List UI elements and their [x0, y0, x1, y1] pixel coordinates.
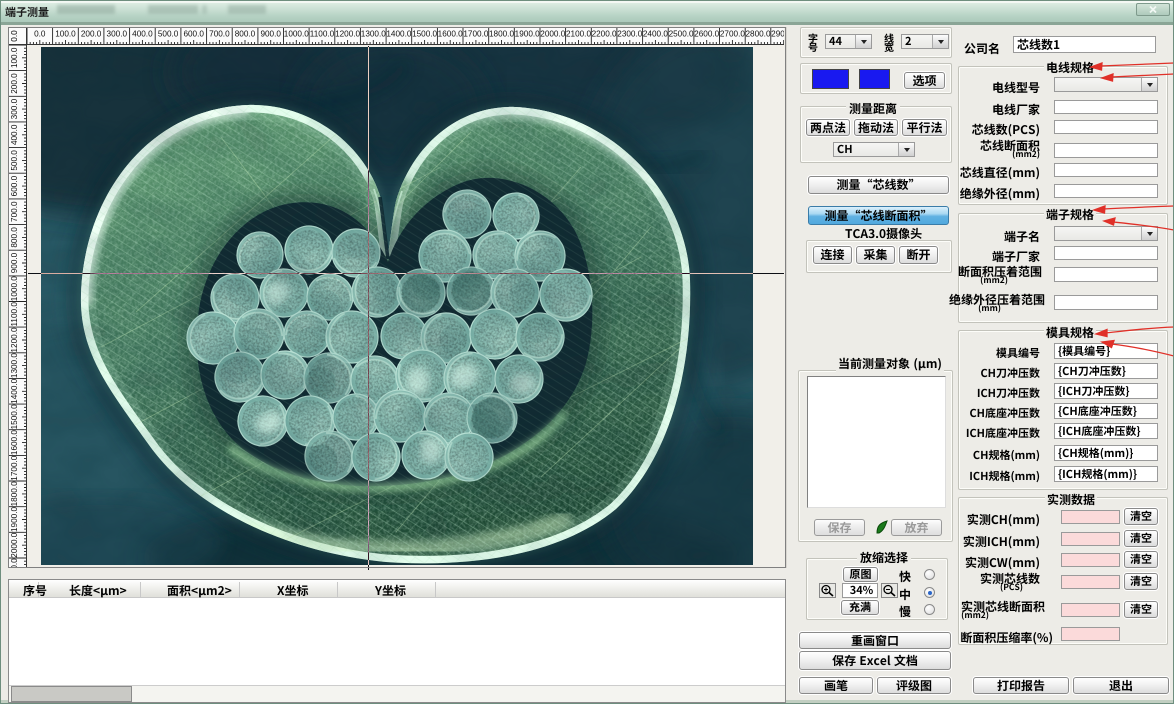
svg-text:400.0: 400.0 — [10, 124, 19, 145]
svg-text:700.0: 700.0 — [209, 30, 230, 39]
svg-text:1700.0: 1700.0 — [463, 30, 488, 39]
svg-text:600.0: 600.0 — [10, 175, 19, 196]
svg-text:1500.0: 1500.0 — [412, 30, 437, 39]
svg-text:100.0: 100.0 — [55, 30, 76, 39]
svg-text:500.0: 500.0 — [10, 150, 19, 171]
svg-text:2000.0: 2000.0 — [540, 30, 565, 39]
svg-text:600.0: 600.0 — [183, 30, 204, 39]
svg-text:1600.0: 1600.0 — [438, 30, 463, 39]
svg-text:1100.0: 1100.0 — [310, 30, 335, 39]
svg-text:2300.0: 2300.0 — [617, 30, 642, 39]
svg-text:1400.0: 1400.0 — [10, 378, 19, 403]
svg-text:200.0: 200.0 — [10, 73, 19, 94]
svg-text:100.0: 100.0 — [10, 47, 19, 68]
svg-text:1600.0: 1600.0 — [10, 430, 19, 455]
svg-text:1200.0: 1200.0 — [10, 327, 19, 352]
svg-text:2600.0: 2600.0 — [694, 30, 719, 39]
svg-text:0.0: 0.0 — [34, 30, 46, 39]
svg-text:1500.0: 1500.0 — [10, 404, 19, 429]
svg-text:2800.0: 2800.0 — [745, 30, 770, 39]
svg-text:1400.0: 1400.0 — [386, 30, 411, 39]
svg-text:900.0: 900.0 — [260, 30, 281, 39]
svg-text:2500.0: 2500.0 — [669, 30, 694, 39]
svg-text:2100.0: 2100.0 — [10, 558, 19, 567]
svg-text:200.0: 200.0 — [81, 30, 102, 39]
svg-text:1900.0: 1900.0 — [10, 507, 19, 532]
svg-text:2000.0: 2000.0 — [10, 532, 19, 557]
svg-text:900.0: 900.0 — [10, 252, 19, 273]
svg-text:2700.0: 2700.0 — [720, 30, 745, 39]
svg-text:700.0: 700.0 — [10, 201, 19, 222]
svg-text:800.0: 800.0 — [235, 30, 256, 39]
svg-text:1800.0: 1800.0 — [10, 481, 19, 506]
svg-text:1000.0: 1000.0 — [284, 30, 309, 39]
svg-text:300.0: 300.0 — [10, 98, 19, 119]
svg-text:1800.0: 1800.0 — [489, 30, 514, 39]
svg-text:1100.0: 1100.0 — [10, 302, 19, 327]
svg-text:2100.0: 2100.0 — [566, 30, 591, 39]
svg-text:1700.0: 1700.0 — [10, 455, 19, 480]
svg-text:2200.0: 2200.0 — [592, 30, 617, 39]
svg-text:2400.0: 2400.0 — [643, 30, 668, 39]
svg-text:400.0: 400.0 — [132, 30, 153, 39]
svg-text:800.0: 800.0 — [10, 227, 19, 248]
svg-text:1200.0: 1200.0 — [335, 30, 360, 39]
svg-text:500.0: 500.0 — [158, 30, 179, 39]
svg-text:1900.0: 1900.0 — [515, 30, 540, 39]
svg-text:300.0: 300.0 — [107, 30, 128, 39]
svg-text:1300.0: 1300.0 — [10, 353, 19, 378]
svg-text:1300.0: 1300.0 — [361, 30, 386, 39]
svg-text:2900.0: 2900.0 — [771, 30, 784, 39]
svg-text:1000.0: 1000.0 — [10, 276, 19, 301]
